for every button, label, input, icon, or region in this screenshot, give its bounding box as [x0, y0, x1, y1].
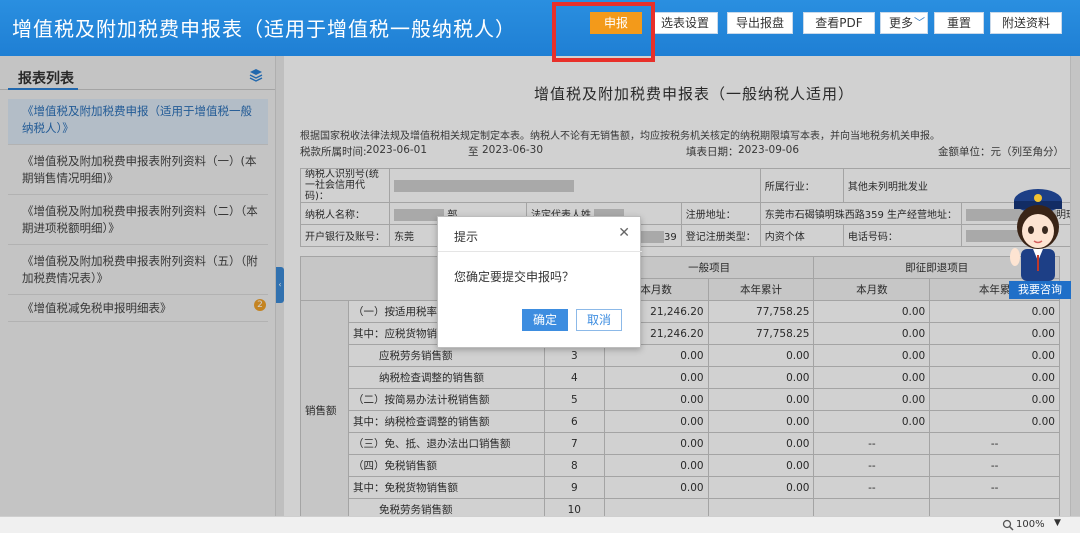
close-icon[interactable]: ✕	[618, 225, 630, 241]
attach-materials-button[interactable]: 附送资料	[990, 12, 1062, 34]
dialog-title: 提示	[454, 230, 479, 244]
zoom-icon	[1002, 519, 1014, 531]
confirm-button[interactable]: 确定	[522, 309, 568, 331]
status-bar: 100% ▼	[0, 516, 1080, 533]
select-form-settings-button[interactable]: 选表设置	[652, 12, 718, 34]
view-pdf-button[interactable]: 查看PDF	[803, 12, 875, 34]
confirm-dialog: 提示 ✕ 您确定要提交申报吗？ 确定 取消	[437, 216, 642, 348]
more-button[interactable]: 更多 ﹀	[880, 12, 928, 34]
dialog-message: 您确定要提交申报吗？	[454, 270, 575, 284]
zoom-level[interactable]: 100%	[1016, 519, 1045, 530]
export-disk-button[interactable]: 导出报盘	[727, 12, 793, 34]
reset-button[interactable]: 重置	[934, 12, 984, 34]
chevron-down-icon: ﹀	[914, 16, 925, 29]
app-header: 增值税及附加税费申报表（适用于增值税一般纳税人） 申报 选表设置 导出报盘 查看…	[0, 0, 1080, 62]
cancel-button[interactable]: 取消	[576, 309, 622, 331]
dialog-divider	[438, 251, 642, 252]
chevron-down-icon[interactable]: ▼	[1054, 518, 1061, 528]
consult-button[interactable]: 我要咨询	[1009, 281, 1071, 299]
more-label: 更多	[889, 16, 914, 30]
submit-button[interactable]: 申报	[590, 12, 642, 34]
app-title: 增值税及附加税费申报表（适用于增值税一般纳税人）	[12, 17, 516, 41]
